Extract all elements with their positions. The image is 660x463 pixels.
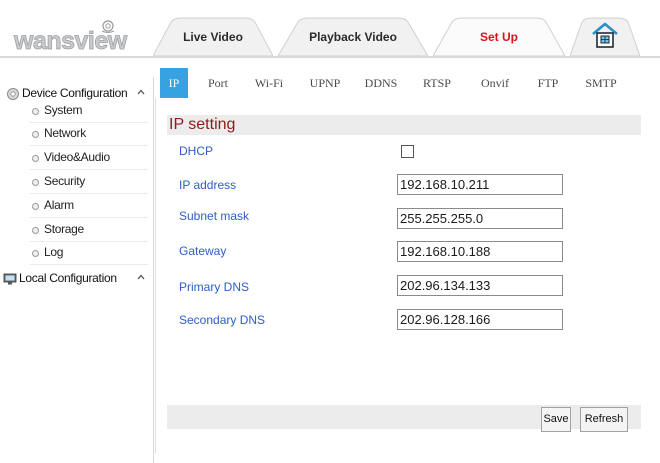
chevron-up-icon[interactable] bbox=[137, 273, 145, 281]
save-button[interactable]: Save bbox=[541, 407, 571, 432]
primary-dns-input[interactable] bbox=[397, 275, 563, 296]
ip-address-label: IP address bbox=[179, 178, 237, 192]
section-title: IP setting bbox=[169, 116, 236, 133]
sidebar-item-label: Alarm bbox=[44, 198, 74, 212]
dhcp-checkbox[interactable] bbox=[401, 145, 414, 158]
subtab-ddns[interactable]: DDNS bbox=[360, 68, 402, 98]
subtab-ftp[interactable]: FTP bbox=[530, 68, 566, 98]
bullet-icon bbox=[32, 227, 39, 234]
subnet-mask-input[interactable] bbox=[397, 208, 563, 229]
sidebar-item-label: Storage bbox=[44, 222, 84, 236]
sidebar-item-system[interactable]: System bbox=[30, 100, 148, 123]
gateway-input[interactable] bbox=[397, 241, 563, 262]
sidebar-item-network[interactable]: Network bbox=[30, 123, 148, 146]
subtab-smtp[interactable]: SMTP bbox=[578, 68, 624, 98]
bullet-icon bbox=[32, 155, 39, 162]
tab-label: Playback Video bbox=[309, 30, 397, 44]
subtab-port[interactable]: Port bbox=[199, 68, 237, 98]
sidebar-item-storage[interactable]: Storage bbox=[30, 219, 148, 242]
sidebar: Device Configuration System Network Vide… bbox=[0, 77, 154, 463]
tab-label: Live Video bbox=[183, 30, 243, 44]
section-header: IP setting bbox=[167, 115, 641, 135]
sidebar-item-label: Video&Audio bbox=[44, 150, 110, 164]
subtab-upnp[interactable]: UPNP bbox=[303, 68, 347, 98]
secondary-dns-input[interactable] bbox=[397, 309, 563, 330]
wansview-logo: wansview bbox=[13, 20, 129, 54]
ip-address-input[interactable] bbox=[397, 174, 563, 195]
chevron-up-icon[interactable] bbox=[137, 88, 145, 96]
bullet-icon bbox=[32, 203, 39, 210]
tab-playback-video[interactable]: Playback Video bbox=[278, 14, 428, 56]
sidebar-item-label: Network bbox=[44, 126, 86, 140]
bullet-icon bbox=[32, 108, 39, 115]
tab-label: Set Up bbox=[479, 30, 518, 44]
subtab-wifi[interactable]: Wi-Fi bbox=[249, 68, 289, 98]
sidebar-item-log[interactable]: Log bbox=[30, 242, 148, 265]
sidebar-item-label: System bbox=[44, 103, 83, 117]
ip-settings-panel: IP setting DHCP IP address Subnet mask G… bbox=[155, 98, 650, 453]
bullet-icon bbox=[32, 179, 39, 186]
subtab-ip[interactable]: IP bbox=[160, 68, 188, 98]
sidebar-item-security[interactable]: Security bbox=[30, 171, 148, 194]
house-icon bbox=[592, 22, 618, 48]
bullet-icon bbox=[32, 250, 39, 257]
subtab-rtsp[interactable]: RTSP bbox=[417, 68, 457, 98]
gateway-label: Gateway bbox=[179, 244, 227, 258]
subnet-mask-label: Subnet mask bbox=[179, 209, 250, 223]
sidebar-item-video-audio[interactable]: Video&Audio bbox=[30, 147, 148, 170]
dhcp-label: DHCP bbox=[179, 144, 214, 158]
sidebar-item-label: Security bbox=[44, 174, 85, 188]
tab-set-up[interactable]: Set Up bbox=[433, 14, 565, 56]
sidebar-group-label: Local Configuration bbox=[19, 271, 117, 285]
subtab-onvif[interactable]: Onvif bbox=[474, 68, 516, 98]
refresh-button[interactable]: Refresh bbox=[580, 407, 628, 432]
bullet-icon bbox=[32, 131, 39, 138]
home-button[interactable] bbox=[569, 14, 641, 57]
sidebar-group-local-configuration[interactable]: Local Configuration bbox=[0, 267, 153, 291]
logo-text: wansview bbox=[13, 27, 128, 54]
sidebar-item-alarm[interactable]: Alarm bbox=[30, 195, 148, 218]
settings-subtabs: IP Port Wi-Fi UPNP DDNS RTSP Onvif FTP S… bbox=[155, 68, 660, 98]
gear-icon bbox=[7, 88, 19, 100]
primary-dns-label: Primary DNS bbox=[179, 280, 250, 294]
secondary-dns-label: Secondary DNS bbox=[179, 313, 266, 327]
monitor-icon bbox=[3, 273, 17, 285]
top-header: wansview Live Video Playback Video Set U… bbox=[0, 0, 660, 64]
tab-live-video[interactable]: Live Video bbox=[153, 14, 273, 56]
sidebar-item-label: Log bbox=[44, 245, 64, 259]
sidebar-group-label: Device Configuration bbox=[22, 86, 128, 100]
